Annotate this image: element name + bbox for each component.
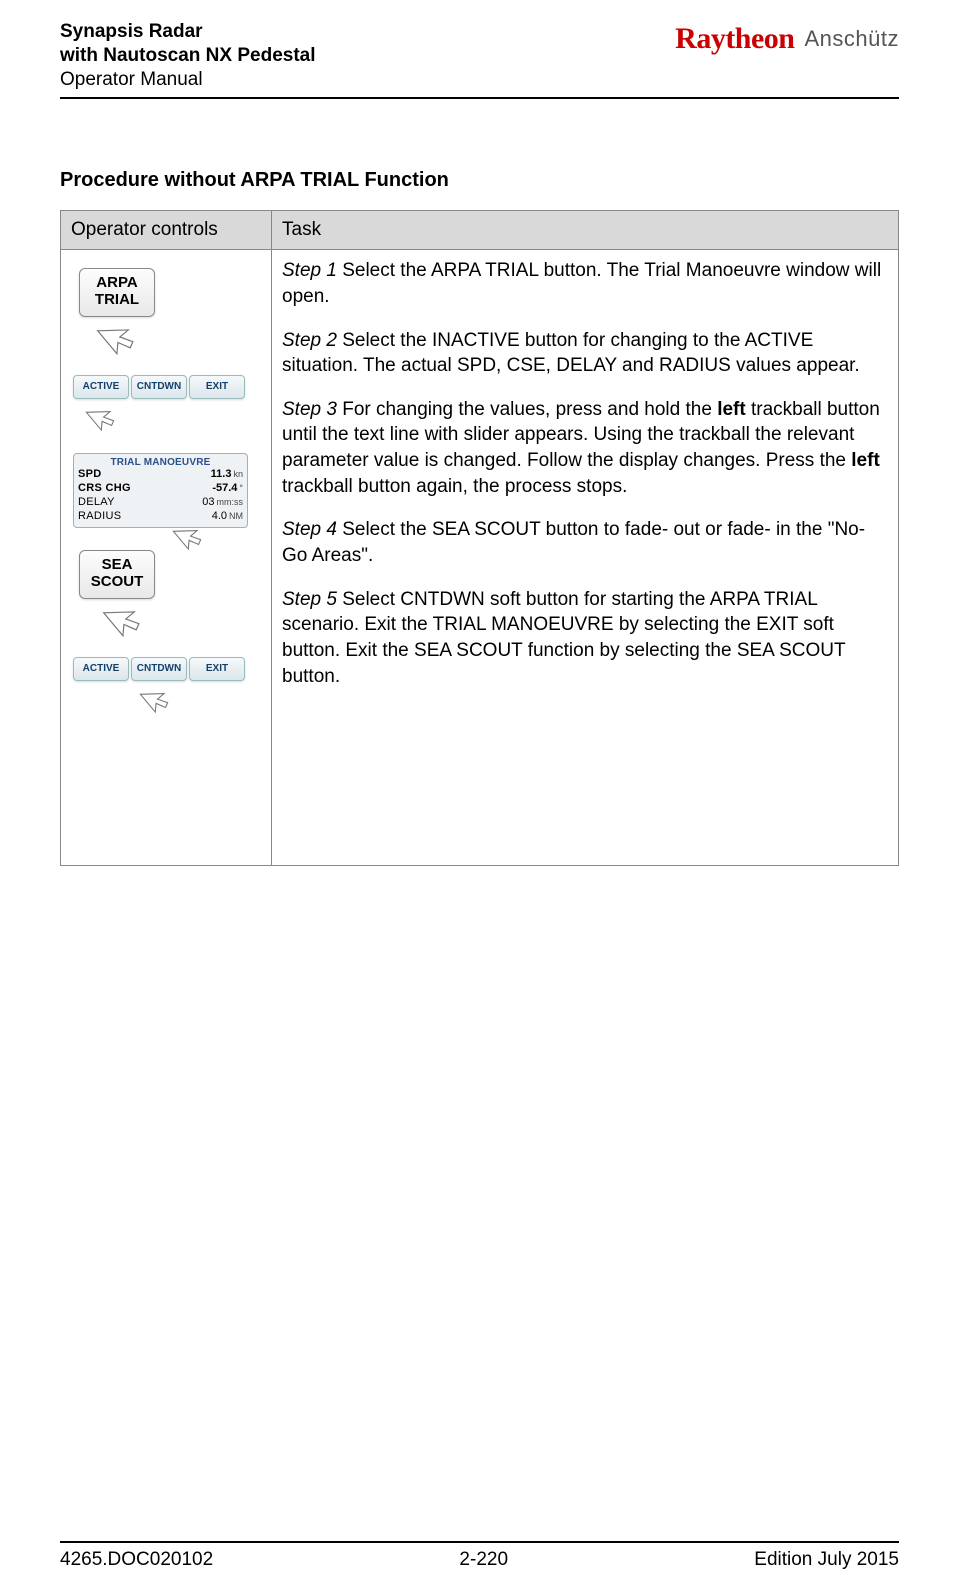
doc-subtitle: Operator Manual	[60, 68, 316, 92]
trial-delay-value: 03	[202, 496, 214, 508]
exit-button-1[interactable]: EXIT	[189, 375, 245, 399]
trial-panel-title: TRIAL MANOEUVRE	[78, 457, 243, 468]
step-3-text-c: trackball button again, the process stop…	[282, 476, 627, 497]
brand-anschutz: Anschütz	[805, 26, 900, 52]
section-title: Procedure without ARPA TRIAL Function	[60, 169, 899, 192]
trial-spd-label: SPD	[78, 468, 102, 482]
trial-spd-value: 11.3	[211, 468, 232, 480]
step-3: Step 3 For changing the values, press an…	[282, 397, 888, 500]
step-3-bold-a: left	[717, 399, 746, 420]
active-button-2[interactable]: ACTIVE	[73, 657, 129, 681]
brand-raytheon: Raytheon	[675, 22, 794, 56]
trial-manoeuvre-panel: TRIAL MANOEUVRE SPD 11.3kn CRS CHG -57.4…	[73, 453, 248, 528]
task-cell: Step 1 Select the ARPA TRIAL button. The…	[272, 250, 899, 866]
arpa-trial-label-l1: ARPA	[80, 275, 154, 292]
step-1-label: Step 1	[282, 260, 337, 281]
footer-doc-number: 4265.DOC020102	[60, 1549, 213, 1571]
step-4: Step 4 Select the SEA SCOUT button to fa…	[282, 517, 888, 568]
content-area: Procedure without ARPA TRIAL Function Op…	[60, 99, 899, 1541]
step-3-text-a: For changing the values, press and hold …	[337, 399, 717, 420]
doc-title-line1: Synapsis Radar	[60, 20, 316, 44]
page-header: Synapsis Radar with Nautoscan NX Pedesta…	[60, 20, 899, 99]
step-5: Step 5 Select CNTDWN soft button for sta…	[282, 587, 888, 690]
page-footer: 4265.DOC020102 2-220 Edition July 2015	[60, 1541, 899, 1571]
step-2: Step 2 Select the INACTIVE button for ch…	[282, 328, 888, 379]
trial-radius-label: RADIUS	[78, 510, 121, 524]
operator-controls-cell: ARPA TRIAL ACTIVE CNTDWN EXIT	[61, 250, 272, 866]
doc-title-block: Synapsis Radar with Nautoscan NX Pedesta…	[60, 20, 316, 91]
sea-scout-label-l2: SCOUT	[80, 574, 154, 591]
step-2-text: Select the INACTIVE button for changing …	[282, 330, 860, 377]
procedure-table: Operator controls Task ARPA TRIAL	[60, 210, 899, 866]
step-1-text: Select the ARPA TRIAL button. The Trial …	[282, 260, 881, 307]
step-4-text: Select the SEA SCOUT button to fade- out…	[282, 519, 865, 566]
trial-delay-label: DELAY	[78, 496, 115, 510]
trial-radius-unit: NM	[229, 511, 243, 521]
footer-page-number: 2-220	[459, 1549, 508, 1571]
col-header-task: Task	[272, 211, 899, 250]
doc-title-line2: with Nautoscan NX Pedestal	[60, 44, 316, 68]
cursor-arrow-icon	[101, 311, 291, 361]
sea-scout-button[interactable]: SEA SCOUT	[79, 550, 155, 599]
brand-block: Raytheon Anschütz	[675, 22, 899, 56]
cursor-arrow-icon	[107, 593, 297, 643]
sea-scout-label-l1: SEA	[80, 557, 154, 574]
trial-delay-unit: mm:ss	[217, 497, 244, 507]
trial-crs-value: -57.4	[212, 482, 237, 494]
trial-radius-value: 4.0	[212, 510, 227, 522]
step-4-label: Step 4	[282, 519, 337, 540]
step-1: Step 1 Select the ARPA TRIAL button. The…	[282, 258, 888, 309]
trial-spd-unit: kn	[233, 469, 243, 479]
exit-button-2[interactable]: EXIT	[189, 657, 245, 681]
step-5-text: Select CNTDWN soft button for starting t…	[282, 589, 845, 687]
step-3-bold-b: left	[851, 450, 880, 471]
cursor-arrow-icon	[143, 679, 333, 719]
trial-crs-label: CRS CHG	[78, 482, 131, 496]
cursor-arrow-icon	[89, 397, 279, 437]
step-3-label: Step 3	[282, 399, 337, 420]
col-header-operator: Operator controls	[61, 211, 272, 250]
footer-edition: Edition July 2015	[754, 1549, 899, 1571]
arpa-trial-label-l2: TRIAL	[80, 292, 154, 309]
trial-crs-unit: °	[239, 483, 243, 493]
cntdwn-button-1[interactable]: CNTDWN	[131, 375, 187, 399]
